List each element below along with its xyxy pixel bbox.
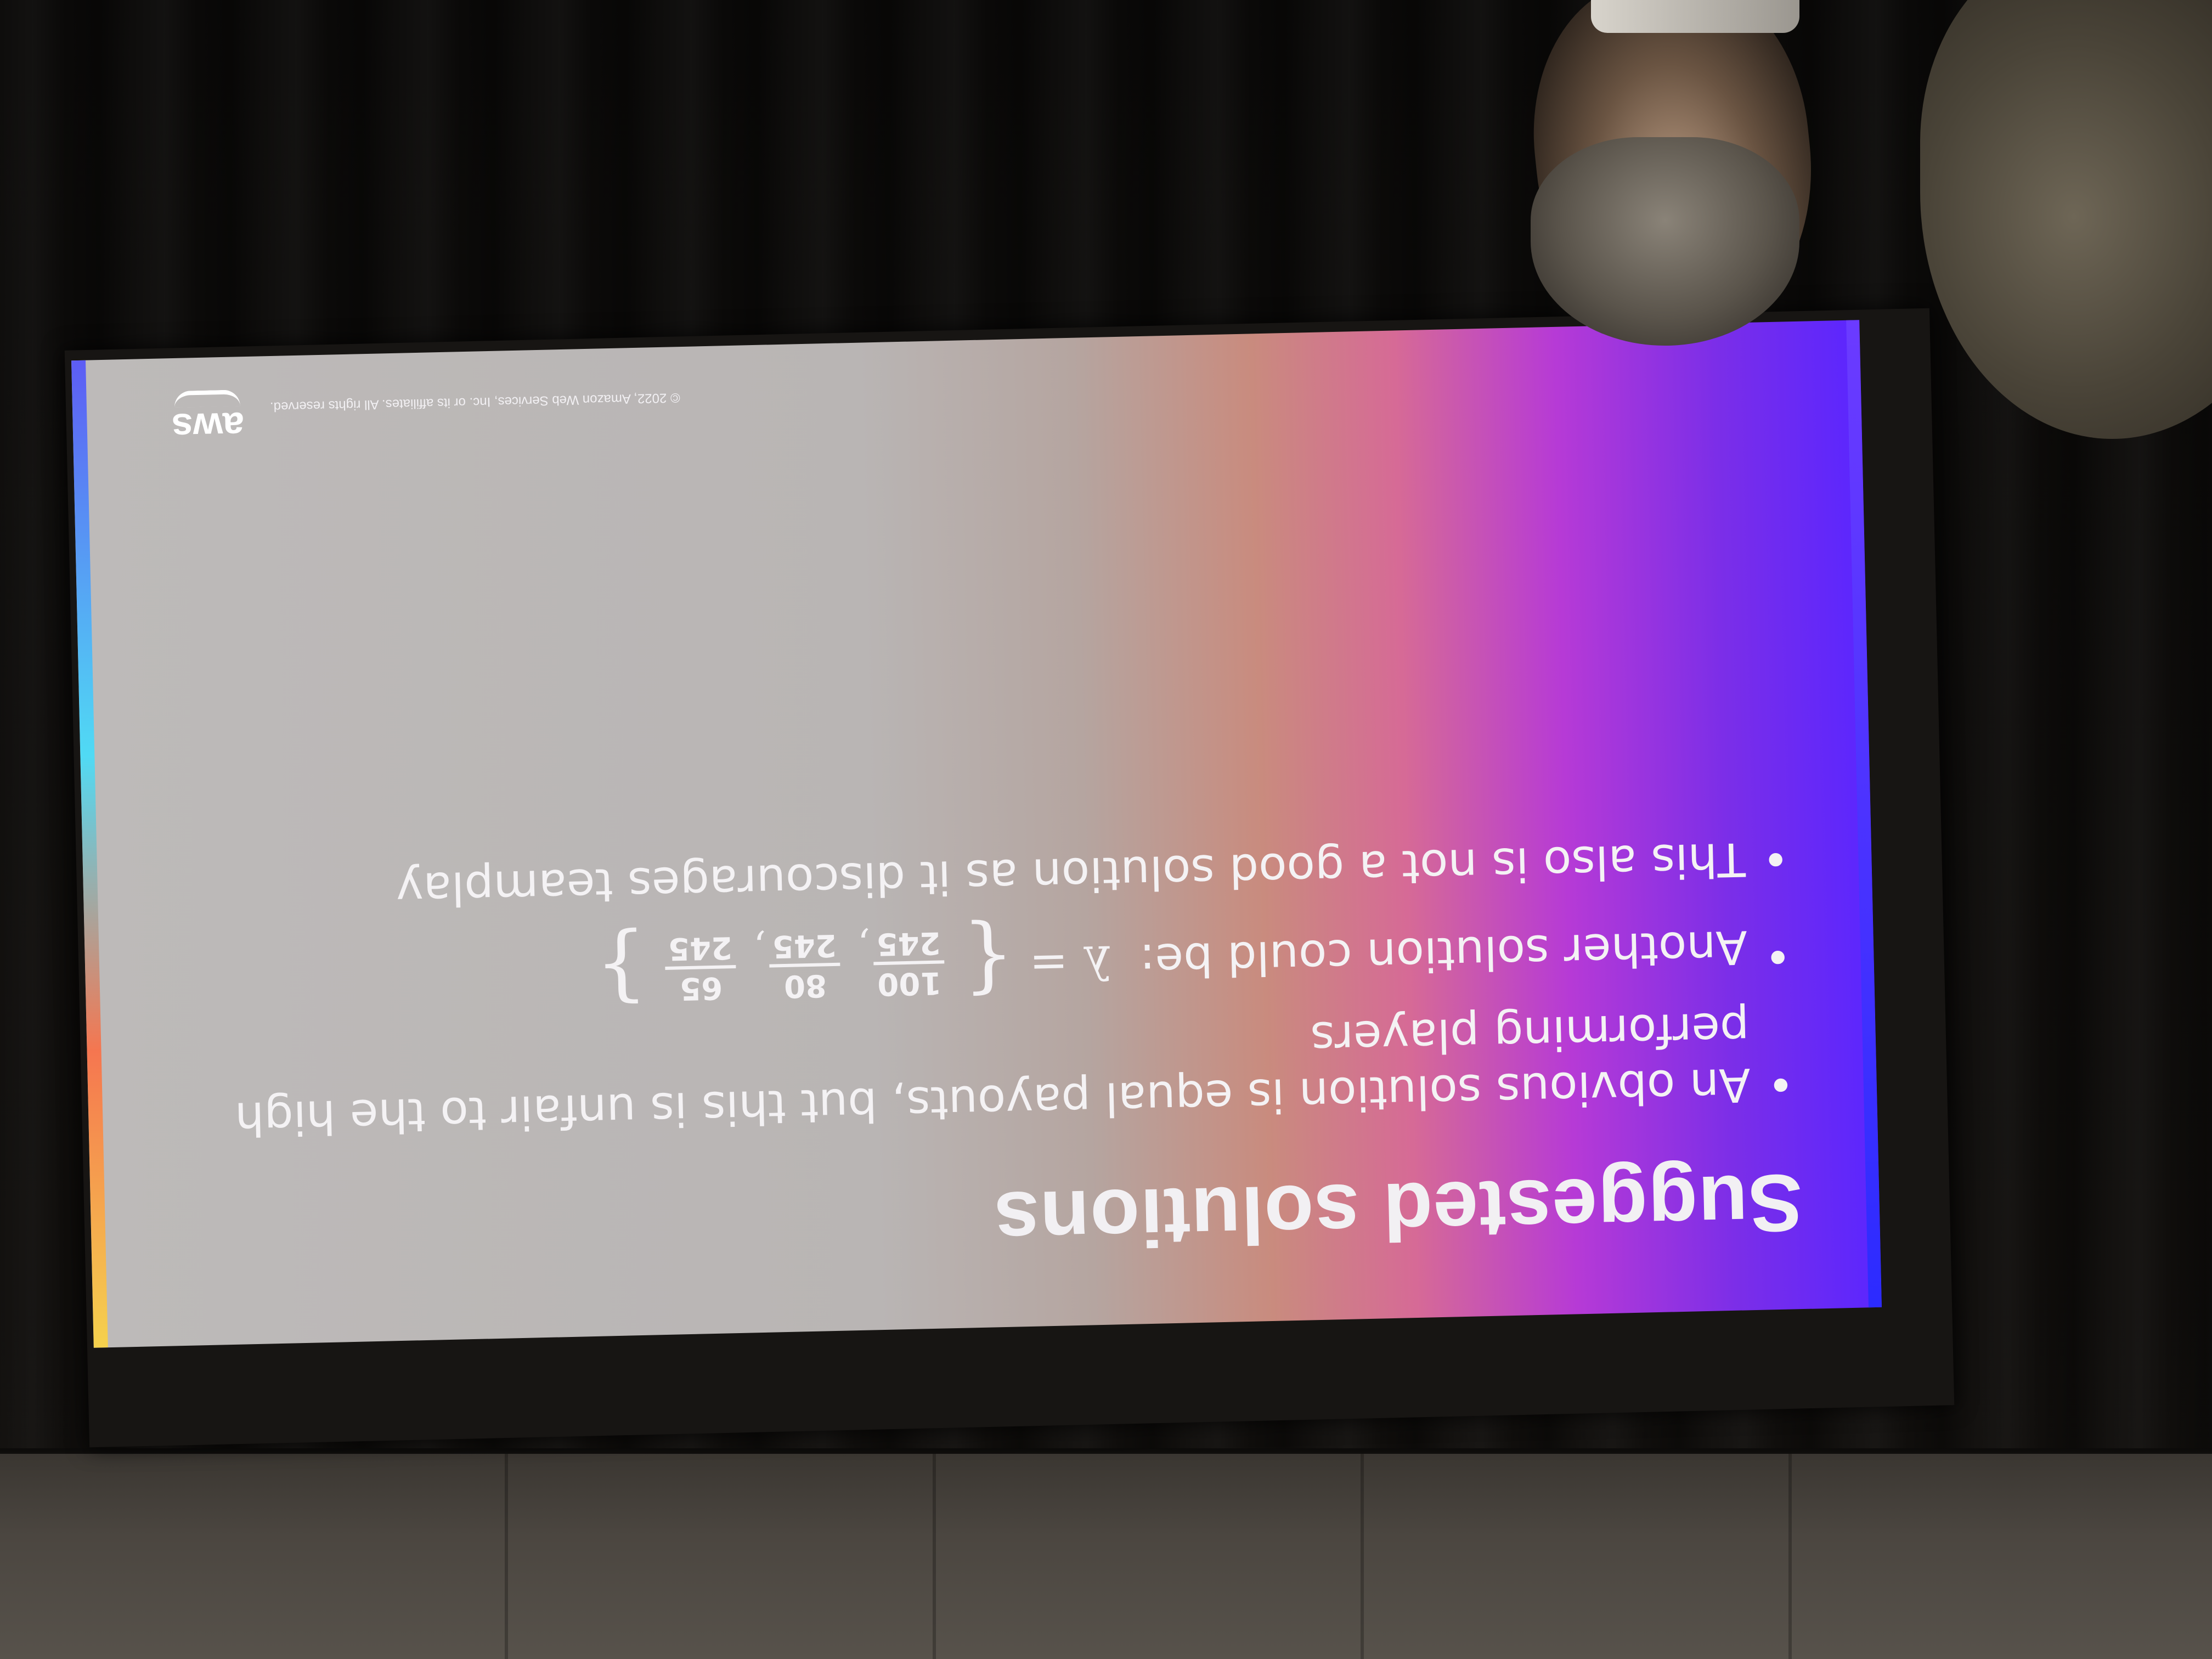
- bullet-text: Another solution could be:: [1139, 920, 1748, 988]
- aws-logo-text: aws: [171, 404, 245, 449]
- fraction-numerator: 80: [769, 962, 842, 1004]
- slide-copyright: © 2022, Amazon Web Services, Inc. or its…: [269, 390, 680, 415]
- floor-wall: [0, 1454, 2212, 1659]
- audience-hair: [1531, 137, 1799, 346]
- bullet-text: An obvious solution is equal payouts, bu…: [234, 1001, 1751, 1146]
- bullet-text: This also is not a good solution as it d…: [395, 832, 1746, 917]
- projected-slide: Suggested solutions An obvious solution …: [71, 320, 1882, 1348]
- fraction-numerator: 65: [665, 965, 737, 1006]
- bullet-item: An obvious solution is equal payouts, bu…: [202, 999, 1795, 1148]
- wall-panel-seam: [1788, 1454, 1792, 1659]
- audience-shirt-collar: [1591, 0, 1799, 33]
- formula-fraction: 65 245: [664, 929, 737, 1006]
- fraction-denominator: 245: [876, 924, 941, 962]
- wall-panel-seam: [505, 1454, 508, 1659]
- formula-separator: ,: [753, 926, 766, 972]
- wall-panel-seam: [1361, 1454, 1364, 1659]
- formula-fraction: 80 245: [769, 927, 842, 1004]
- fraction-denominator: 245: [772, 927, 837, 964]
- formula-open-brace: {: [961, 912, 1016, 1009]
- formula-separator: ,: [857, 923, 871, 969]
- photo-scene: Suggested solutions An obvious solution …: [0, 0, 2212, 1659]
- bullet-item: Another solution could be: λ = { 100 245…: [200, 901, 1792, 1020]
- wall-panel-seam: [933, 1454, 936, 1659]
- fraction-denominator: 245: [668, 929, 733, 967]
- fraction-numerator: 100: [873, 960, 945, 1002]
- aws-logo: aws: [171, 390, 245, 449]
- formula-fraction: 100 245: [873, 924, 945, 1002]
- slide-title: Suggested solutions: [992, 1157, 1804, 1266]
- formula-lhs: λ =: [1029, 935, 1113, 991]
- formula-close-brace: }: [594, 921, 649, 1018]
- lambda-formula: λ = { 100 245 , 80 245 , 65 245 }: [594, 913, 1113, 1018]
- bullet-list: An obvious solution is equal payouts, bu…: [198, 815, 1795, 1148]
